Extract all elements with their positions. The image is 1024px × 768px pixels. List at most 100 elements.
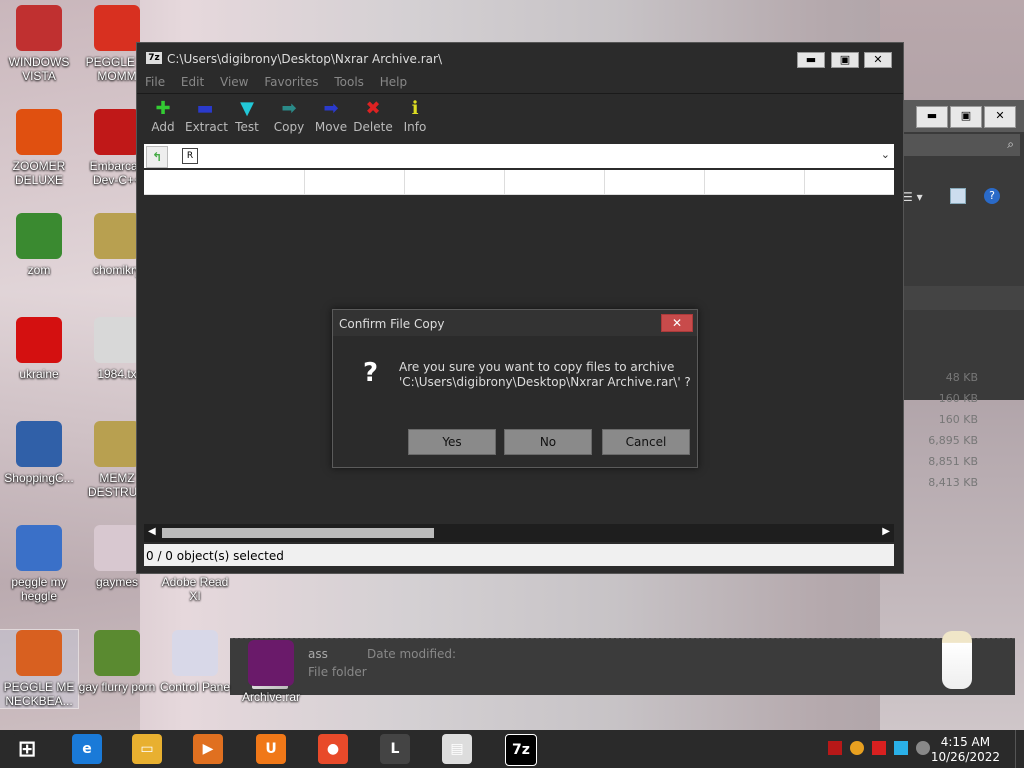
close-button[interactable]: ✕	[864, 52, 892, 68]
explorer-titlebar: ▬ ▣ ✕	[900, 100, 1024, 132]
media-taskbar-icon[interactable]: ▶	[193, 734, 223, 764]
notepad-taskbar-icon[interactable]: ▤	[442, 734, 472, 764]
volume-icon[interactable]	[916, 741, 930, 755]
explorer-search-box[interactable]: ⌕	[904, 134, 1020, 156]
cancel-button[interactable]: Cancel	[602, 429, 690, 455]
menu-file[interactable]: File	[145, 71, 165, 89]
menu-edit[interactable]: Edit	[181, 71, 204, 89]
desktop-icon[interactable]: ZOOMER DELUXE	[0, 109, 78, 187]
menu-tools[interactable]: Tools	[334, 71, 364, 89]
column-header[interactable]	[504, 170, 605, 194]
window-title: C:\Users\digibrony\Desktop\Nxrar Archive…	[167, 52, 443, 66]
column-header[interactable]	[304, 170, 405, 194]
explorer-maximize-button[interactable]: ▣	[950, 106, 982, 128]
start-taskbar-icon[interactable]: ⊞	[12, 734, 42, 764]
desktop-icon[interactable]: PEGGLE ME NECKBEA...	[0, 629, 79, 709]
menu-view[interactable]: View	[220, 71, 248, 89]
desktop-icon[interactable]: Archive.rar	[232, 640, 310, 704]
app-taskbar-icon[interactable]: L	[380, 734, 410, 764]
desktop-icon[interactable]: Control Pane	[156, 630, 234, 694]
toolbar-extract-button[interactable]: ▬ Extract	[185, 98, 228, 134]
column-header[interactable]	[604, 170, 705, 194]
desktop-icon-label: peggle my heggle	[11, 575, 67, 603]
toolbar-add-button[interactable]: ✚ Add	[143, 98, 183, 134]
explorer-details-pane: ass File folder Date modified:	[230, 631, 1015, 695]
uc-taskbar-icon[interactable]: U	[256, 734, 286, 764]
7z-taskbar-icon[interactable]: 7z	[505, 734, 537, 766]
yes-button[interactable]: Yes	[408, 429, 496, 455]
minimize-button[interactable]: ▬	[797, 52, 825, 68]
toolbar-label: Extract	[185, 120, 228, 134]
help-icon[interactable]: ?	[984, 188, 1000, 204]
maximize-button[interactable]: ▣	[831, 52, 859, 68]
desktop-icon-label: Adobe Read XI	[161, 575, 229, 603]
up-folder-icon[interactable]: ↰	[146, 146, 168, 168]
app-icon	[16, 630, 62, 676]
dialog-title: Confirm File Copy	[339, 317, 445, 331]
info-icon: ℹ	[411, 98, 419, 119]
toolbar-test-button[interactable]: ▼ Test	[227, 98, 267, 134]
horizontal-scrollbar[interactable]: ◀ ▶	[144, 524, 894, 542]
desktop-icon[interactable]: ukraine	[0, 317, 78, 381]
desktop-icon[interactable]: gay flurry porn	[78, 630, 156, 694]
tray-app-icon[interactable]	[828, 741, 842, 755]
column-header[interactable]	[144, 170, 305, 194]
dialog-close-button[interactable]: ✕	[661, 314, 693, 332]
address-bar[interactable]: ↰ R ⌄	[144, 144, 894, 168]
toolbar-info-button[interactable]: ℹ Info	[395, 98, 435, 134]
desktop-icon[interactable]: zom	[0, 213, 78, 277]
column-header[interactable]	[704, 170, 805, 194]
dialog-message: Are you sure you want to copy files to a…	[399, 360, 691, 390]
winrar-window[interactable]: 7z C:\Users\digibrony\Desktop\Nxrar Arch…	[136, 42, 904, 574]
toolbar-label: Test	[235, 120, 259, 134]
toolbar-label: Info	[403, 120, 427, 134]
toolbar-label: Move	[314, 120, 348, 134]
search-icon: ⌕	[1007, 137, 1014, 151]
clock-date: 10/26/2022	[930, 750, 1000, 764]
show-desktop-button[interactable]	[1015, 730, 1024, 768]
explorer-taskbar-icon[interactable]: ▭	[132, 734, 162, 764]
move-icon: ➡	[323, 98, 339, 119]
toolbar-copy-button[interactable]: ➡ Copy	[269, 98, 309, 134]
app-icon	[16, 109, 62, 155]
app-icon	[94, 525, 140, 571]
file-list-header[interactable]	[144, 170, 894, 195]
toolbar-delete-button[interactable]: ✖ Delete	[353, 98, 393, 134]
confirm-file-copy-dialog[interactable]: Confirm File Copy ✕ ? Are you sure you w…	[332, 309, 698, 468]
menu-favorites[interactable]: Favorites	[264, 71, 318, 89]
dialog-titlebar[interactable]: Confirm File Copy ✕	[333, 310, 697, 336]
desktop-icon[interactable]: ShoppingC...	[0, 421, 78, 485]
status-bar: 0 / 0 object(s) selected	[144, 544, 894, 566]
background-explorer-window[interactable]: ▬ ▣ ✕ ⌕ ☰ ▾ ? 48 KB 160 KB 160 KB 6,895 …	[900, 100, 1024, 489]
desktop-icon-label: ShoppingC...	[4, 471, 74, 485]
no-button[interactable]: No	[504, 429, 592, 455]
desktop-icon[interactable]: WINDOWS VISTA	[0, 5, 78, 83]
flag-icon[interactable]	[872, 741, 886, 755]
ie-taskbar-icon[interactable]: e	[72, 734, 102, 764]
file-size: 160 KB	[938, 413, 978, 426]
desktop-icon-label: zom	[27, 263, 51, 277]
clock[interactable]: 4:15 AM 10/26/2022	[931, 735, 1000, 765]
column-header[interactable]	[404, 170, 505, 194]
menu-bar: File Edit View Favorites Tools Help	[137, 71, 903, 93]
scroll-right-icon[interactable]: ▶	[882, 526, 890, 537]
desktop-icon[interactable]: peggle my heggle	[0, 525, 78, 603]
menu-help[interactable]: Help	[380, 71, 407, 89]
view-dropdown-icon[interactable]: ☰ ▾	[902, 190, 923, 204]
chrome-taskbar-icon[interactable]: ●	[318, 734, 348, 764]
scrollbar-thumb[interactable]	[162, 528, 434, 538]
file-size: 6,895 KB	[928, 434, 978, 447]
file-size-column: 48 KB 160 KB 160 KB 6,895 KB 8,851 KB 8,…	[928, 367, 978, 493]
scroll-left-icon[interactable]: ◀	[148, 526, 156, 537]
toolbar-move-button[interactable]: ➡ Move	[311, 98, 351, 134]
explorer-close-button[interactable]: ✕	[984, 106, 1016, 128]
winrar-titlebar[interactable]: 7z C:\Users\digibrony\Desktop\Nxrar Arch…	[137, 43, 903, 71]
network-icon[interactable]	[894, 741, 908, 755]
preview-pane-icon[interactable]	[950, 188, 966, 204]
chevron-down-icon[interactable]: ⌄	[881, 148, 890, 161]
add-icon: ✚	[155, 98, 171, 119]
message-line: 'C:\Users\digibrony\Desktop\Nxrar Archiv…	[399, 375, 691, 389]
tray-search-icon[interactable]	[850, 741, 864, 755]
explorer-minimize-button[interactable]: ▬	[916, 106, 948, 128]
taskbar: ⊞ e ▭ ▶ U ● L ▤ 7z 4:15 AM 10/26/2022	[0, 730, 1024, 768]
